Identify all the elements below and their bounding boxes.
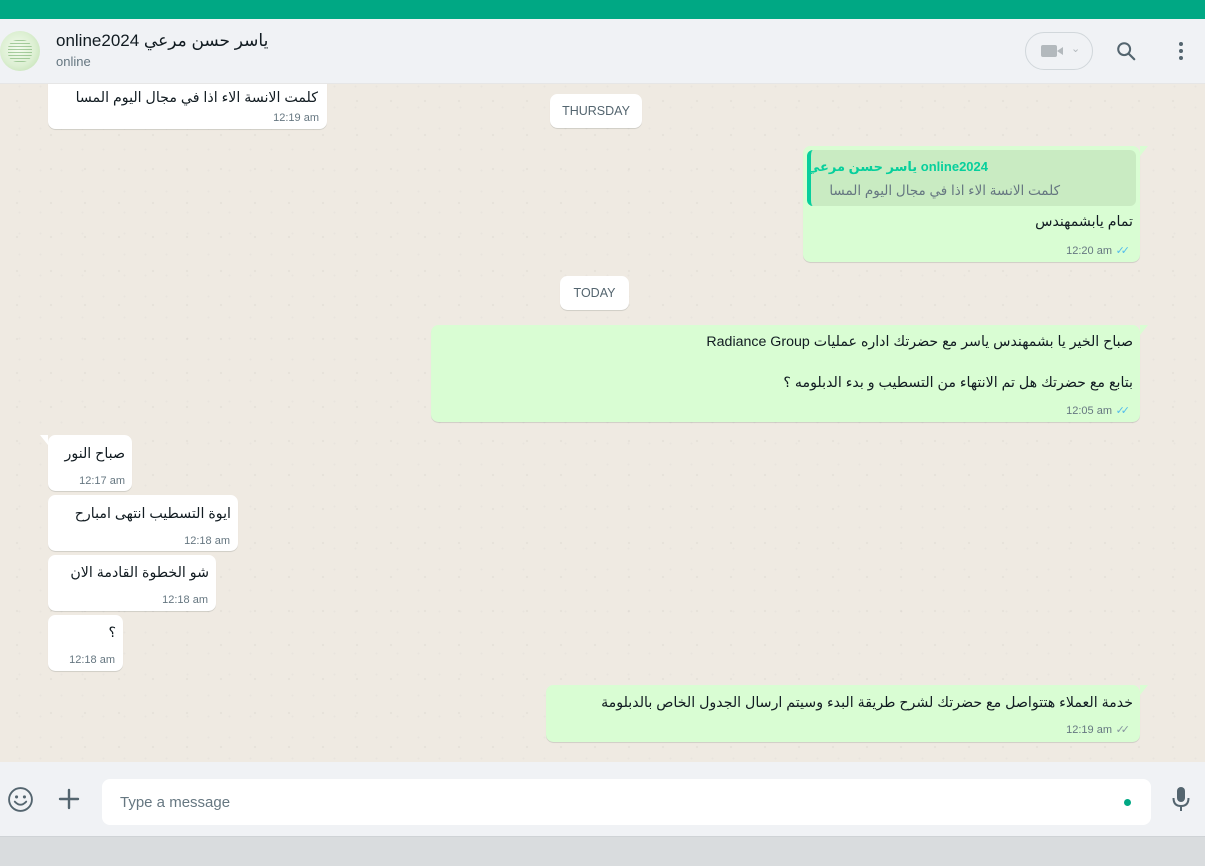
- quoted-message[interactable]: online2024 ياسر حسن مرعي كلمت الانسة الا…: [807, 150, 1136, 206]
- emoji-icon: [7, 786, 33, 812]
- bottom-status-strip: [0, 836, 1205, 866]
- message-time: 12:19 am: [1066, 724, 1112, 736]
- message-input-box[interactable]: [102, 779, 1151, 825]
- bubble-tail: [1140, 685, 1148, 695]
- bubble-tail: [40, 435, 48, 445]
- quoted-sender: online2024 ياسر حسن مرعي: [806, 159, 988, 174]
- message-time: 12:17 am: [79, 475, 125, 487]
- incoming-message[interactable]: ايوة التسطيب انتهى امبارح 12:18 am: [48, 495, 238, 551]
- message-time: 12:05 am: [1066, 405, 1112, 417]
- message-text: شو الخطوة القادمة الان: [70, 565, 209, 581]
- incoming-message[interactable]: ؟ 12:18 am: [48, 615, 123, 671]
- quoted-text: كلمت الانسة الاء اذا في مجال اليوم المسا: [829, 183, 1060, 198]
- incoming-message[interactable]: شو الخطوة القادمة الان 12:18 am: [48, 555, 216, 611]
- chevron-down-icon: ⌄: [1071, 43, 1081, 55]
- message-text: صباح النور: [64, 446, 125, 462]
- more-vertical-icon: [1179, 42, 1183, 60]
- outgoing-message[interactable]: خدمة العملاء هتتواصل مع حضرتك لشرح طريقة…: [546, 685, 1148, 742]
- message-text: تمام يابشمهندس: [1035, 214, 1133, 230]
- incoming-message[interactable]: صباح النور 12:17 am: [40, 435, 132, 491]
- message-list[interactable]: كلمت الانسة الاء اذا في مجال اليوم المسا…: [0, 84, 1205, 762]
- message-time: 12:18 am: [69, 654, 115, 666]
- menu-button[interactable]: [1167, 37, 1195, 65]
- bubble-tail: [1140, 325, 1148, 335]
- app-top-bar: [0, 0, 1205, 19]
- emoji-button[interactable]: [5, 784, 35, 814]
- message-text: ايوة التسطيب انتهى امبارح: [74, 506, 231, 522]
- date-separator-thursday: THURSDAY: [550, 94, 642, 128]
- incoming-message[interactable]: كلمت الانسة الاء اذا في مجال اليوم المسا…: [48, 84, 327, 129]
- plus-icon: [58, 788, 80, 810]
- read-receipt-icon: ✓✓: [1115, 405, 1131, 417]
- bubble-tail: [1140, 146, 1148, 156]
- video-call-button[interactable]: ⌄: [1025, 32, 1093, 70]
- message-text: ؟: [108, 625, 116, 641]
- extension-indicator-icon: [1124, 799, 1131, 806]
- chat-header: online2024 ياسر حسن مرعي online ⌄: [0, 19, 1205, 84]
- attach-button[interactable]: [54, 784, 84, 814]
- voice-message-button[interactable]: [1166, 784, 1196, 814]
- outgoing-message[interactable]: صباح الخير يا بشمهندس ياسر مع حضرتك ادار…: [431, 325, 1148, 422]
- message-text: كلمت الانسة الاء اذا في مجال اليوم المسا: [75, 90, 318, 106]
- message-text-line-2: بتابع مع حضرتك هل تم الانتهاء من التسطيب…: [783, 375, 1133, 391]
- message-time: 12:18 am: [162, 594, 208, 606]
- message-time: 12:19 am: [273, 112, 319, 124]
- contact-name[interactable]: online2024 ياسر حسن مرعي: [56, 31, 268, 51]
- microphone-icon: [1172, 787, 1190, 811]
- delivered-receipt-icon: ✓✓: [1115, 724, 1131, 736]
- contact-status: online: [56, 54, 91, 69]
- message-time: 12:18 am: [184, 535, 230, 547]
- read-receipt-icon: ✓✓: [1115, 245, 1131, 257]
- message-composer: [0, 762, 1205, 836]
- message-text: خدمة العملاء هتتواصل مع حضرتك لشرح طريقة…: [601, 695, 1133, 711]
- search-button[interactable]: [1112, 37, 1140, 65]
- video-camera-icon: [1041, 45, 1057, 57]
- date-separator-today: TODAY: [560, 276, 629, 310]
- search-icon: [1117, 42, 1136, 61]
- message-input[interactable]: [120, 790, 1100, 814]
- message-text-line-1: صباح الخير يا بشمهندس ياسر مع حضرتك ادار…: [706, 334, 1133, 350]
- contact-avatar[interactable]: [0, 31, 40, 71]
- message-time: 12:20 am: [1066, 245, 1112, 257]
- outgoing-message-reply[interactable]: online2024 ياسر حسن مرعي كلمت الانسة الا…: [803, 146, 1148, 262]
